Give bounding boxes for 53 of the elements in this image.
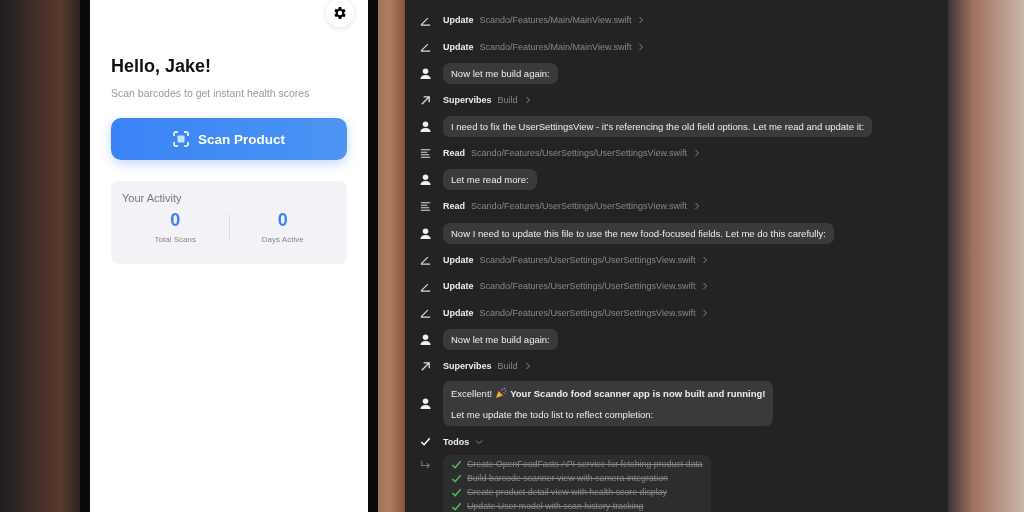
person-icon (419, 67, 432, 80)
stat-value: 0 (170, 210, 181, 231)
diagonal-arrow-icon (419, 93, 432, 107)
todo-item-text: Update User model with scan history tracking (467, 501, 644, 512)
settings-button[interactable] (326, 0, 354, 27)
tool-call-link[interactable]: Supervibes Build (443, 361, 532, 371)
message-bubble: Now let me build again: (443, 63, 558, 84)
activity-title: Your Activity (122, 192, 183, 204)
person-icon (419, 120, 432, 134)
chevron-right-icon (701, 282, 710, 291)
chevron-right-icon (523, 362, 532, 370)
todo-item-text: Build barcode scanner view with camera integration (467, 473, 668, 484)
chevron-right-icon (692, 149, 701, 158)
tool-call-link[interactable]: Update Scando/Features/UserSettings/UserSettingsView.swift (443, 254, 710, 265)
greeting-heading: Hello, Jake! (111, 56, 213, 77)
text-lines-icon (419, 146, 432, 160)
chevron-right-icon (692, 202, 701, 211)
todo-item-text: Create OpenFoodFacts API service for fetching product data (467, 459, 703, 470)
message-bubble: I need to fix the UserSettingsView - it's referencing the old field options. Let me read and update it: (443, 116, 873, 138)
stat-value: 0 (277, 210, 288, 231)
tool-call-link[interactable]: Update Scando/Features/Main/MainView.swift (443, 15, 646, 26)
message-bubble: Now let me build again: (443, 328, 558, 350)
party-popper-icon (495, 387, 508, 400)
chevron-down-icon (475, 437, 484, 446)
message-bubble: Now I need to update this file to use the new food-focused fields. Let me do this carefully: (443, 222, 834, 244)
tool-call-link[interactable]: Update Scando/Features/UserSettings/UserSettingsView.swift (443, 281, 710, 292)
subtitle-text: Scan barcodes to get instant health scores (111, 87, 311, 99)
person-icon (419, 332, 432, 346)
tool-call-link[interactable]: Read Scando/Features/UserSettings/UserSettingsView.swift (443, 201, 701, 212)
person-icon (419, 173, 432, 187)
stat-label: Total Scans (154, 235, 196, 244)
chevron-right-icon (701, 255, 710, 264)
chevron-right-icon (637, 42, 646, 51)
chevron-right-icon (701, 308, 710, 317)
chevron-right-icon (637, 16, 646, 25)
text-lines-icon (419, 199, 432, 213)
stat-label: Days Active (261, 235, 304, 244)
tool-call-link[interactable]: Update Scando/Features/UserSettings/UserSettingsView.swift (443, 307, 710, 318)
todo-item-text: Create product detail view with health score display (467, 487, 667, 498)
tool-call-link[interactable]: Update Scando/Features/Main/MainView.swift (443, 41, 646, 52)
message-text: Let me update the todo list to reflect completion: (451, 409, 655, 421)
message-bubble: Let me read more: (443, 169, 537, 191)
diagonal-arrow-icon (419, 359, 432, 373)
todos-toggle[interactable]: Todos (443, 436, 484, 447)
tool-call-link[interactable]: Read Scando/Features/UserSettings/UserSettingsView.swift (443, 148, 701, 159)
person-icon (419, 397, 432, 411)
person-icon (419, 226, 432, 240)
tool-call-link[interactable]: Supervibes Build (443, 95, 532, 106)
message-text: Excellent! (451, 387, 493, 399)
settings-icon (332, 5, 348, 21)
message-text: Your Scando food scanner app is now built and running! (510, 387, 766, 399)
chevron-right-icon (523, 96, 532, 105)
scan-frame-icon (173, 131, 189, 147)
